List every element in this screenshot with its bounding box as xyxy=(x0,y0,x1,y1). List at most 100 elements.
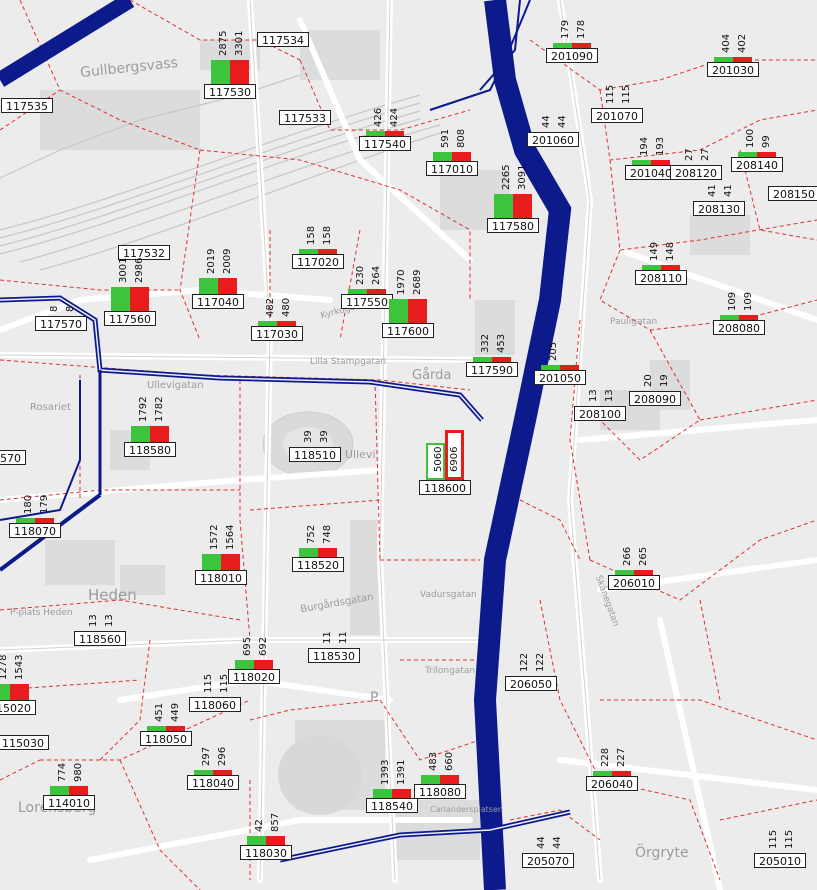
zone-label[interactable]: 208130 xyxy=(693,201,745,216)
zone-label[interactable]: 117570 xyxy=(35,316,87,331)
zone-label[interactable]: 206010 xyxy=(608,575,660,590)
outgoing-bar xyxy=(247,836,266,845)
zone-label[interactable]: 118010 xyxy=(195,570,247,585)
incoming-bar xyxy=(35,518,54,523)
zone-label[interactable]: 205070 xyxy=(522,853,574,868)
incoming-bar xyxy=(651,160,670,165)
outgoing-bar xyxy=(131,426,150,442)
incoming-bar xyxy=(440,775,459,784)
incoming-bar xyxy=(572,43,591,48)
outgoing-bar xyxy=(299,249,318,254)
zone-label[interactable]: 208090 xyxy=(629,391,681,406)
zone-label[interactable]: 118560 xyxy=(74,631,126,646)
zone-label[interactable]: 115020 xyxy=(0,700,36,715)
map-basemap xyxy=(0,0,817,890)
outgoing-bar xyxy=(593,771,612,776)
map-place-label: Heden xyxy=(88,586,137,604)
zone-label[interactable]: 117540 xyxy=(359,136,411,151)
zone-label[interactable]: 117535 xyxy=(1,98,53,113)
zone-label[interactable]: 208150 xyxy=(768,186,817,201)
outgoing-bar xyxy=(373,789,392,798)
zone-label[interactable]: 117040 xyxy=(192,294,244,309)
zone-label[interactable]: 117600 xyxy=(382,323,434,338)
zone-label[interactable]: 117530 xyxy=(204,84,256,99)
map-place-label: Lilla Stampgatan xyxy=(310,357,387,367)
outgoing-bar xyxy=(366,131,385,136)
zone-label[interactable]: 208120 xyxy=(670,165,722,180)
outgoing-bar xyxy=(615,570,634,575)
zone-label[interactable]: 206040 xyxy=(586,776,638,791)
outgoing-bar xyxy=(632,160,651,165)
outgoing-bar xyxy=(50,786,69,795)
zone-label[interactable]: 117590 xyxy=(466,362,518,377)
zone-label[interactable]: 117010 xyxy=(426,161,478,176)
zone-label[interactable]: 118080 xyxy=(414,784,466,799)
map-place-label: P xyxy=(370,690,379,706)
outgoing-bar xyxy=(494,194,513,218)
zone-label[interactable]: 208110 xyxy=(635,270,687,285)
incoming-bar xyxy=(130,287,149,311)
zone-label[interactable]: 118570 xyxy=(0,450,26,465)
zone-label[interactable]: 118580 xyxy=(124,442,176,457)
zone-label[interactable]: 115030 xyxy=(0,735,49,750)
incoming-bar xyxy=(392,789,411,798)
incoming-bar xyxy=(513,194,532,218)
incoming-bar xyxy=(318,249,337,254)
outgoing-bar xyxy=(433,152,452,161)
zone-label[interactable]: 118050 xyxy=(140,731,192,746)
map-place-label: Vadursgatan xyxy=(420,590,477,600)
zone-label[interactable]: 117533 xyxy=(279,110,331,125)
zone-label[interactable]: 118070 xyxy=(9,523,61,538)
map-place-label: P-plats Heden xyxy=(10,608,73,618)
zone-label[interactable]: 118530 xyxy=(308,648,360,663)
incoming-bar xyxy=(69,786,88,795)
zone-label[interactable]: 117534 xyxy=(257,32,309,47)
zone-label[interactable]: 117030 xyxy=(251,326,303,341)
incoming-bar xyxy=(221,554,240,570)
map-place-label: Trilongatan xyxy=(425,666,476,676)
map-place-label: Örgryte xyxy=(635,845,689,861)
incoming-bar xyxy=(612,771,631,776)
incoming-bar xyxy=(385,131,404,136)
outgoing-bar xyxy=(202,554,221,570)
incoming-bar xyxy=(560,365,579,370)
outgoing-bar xyxy=(738,152,757,157)
zone-label[interactable]: 118600 xyxy=(419,480,471,495)
zone-label[interactable]: 118510 xyxy=(289,447,341,462)
map-place-label: Gårda xyxy=(412,368,452,383)
incoming-bar xyxy=(277,321,296,326)
traffic-zone-map[interactable]: GullbergsvassHedenLorensbergÖrgryteRosar… xyxy=(0,0,817,890)
outgoing-bar xyxy=(147,726,166,731)
zone-label[interactable]: 201030 xyxy=(707,62,759,77)
zone-label[interactable]: 117580 xyxy=(487,218,539,233)
zone-label[interactable]: 118520 xyxy=(292,557,344,572)
incoming-bar xyxy=(733,57,752,62)
zone-label[interactable]: 118060 xyxy=(189,697,241,712)
zone-label[interactable]: 201060 xyxy=(527,132,579,147)
zone-label[interactable]: 201050 xyxy=(534,370,586,385)
incoming-bar xyxy=(408,299,427,323)
zone-label[interactable]: 201090 xyxy=(546,48,598,63)
zone-label[interactable]: 118540 xyxy=(366,798,418,813)
incoming-bar xyxy=(757,152,776,157)
zone-label[interactable]: 208140 xyxy=(731,157,783,172)
outgoing-bar xyxy=(714,57,733,62)
map-place-label: Ullevigatan xyxy=(147,380,204,391)
outgoing-bar xyxy=(389,299,408,323)
incoming-bar xyxy=(661,265,680,270)
zone-label[interactable]: 118030 xyxy=(240,845,292,860)
zone-label[interactable]: 208080 xyxy=(713,320,765,335)
zone-label[interactable]: 114010 xyxy=(43,795,95,810)
outgoing-bar xyxy=(194,770,213,775)
zone-label[interactable]: 118020 xyxy=(228,669,280,684)
zone-label[interactable]: 117560 xyxy=(104,311,156,326)
outgoing-bar xyxy=(421,775,440,784)
zone-label[interactable]: 205010 xyxy=(754,853,806,868)
zone-label[interactable]: 118040 xyxy=(187,775,239,790)
zone-label[interactable]: 201070 xyxy=(591,108,643,123)
zone-label[interactable]: 206050 xyxy=(505,676,557,691)
map-place-label: Pauligatan xyxy=(610,317,658,327)
zone-label[interactable]: 117020 xyxy=(292,254,344,269)
zone-label[interactable]: 117550 xyxy=(341,294,393,309)
zone-label[interactable]: 208100 xyxy=(574,406,626,421)
